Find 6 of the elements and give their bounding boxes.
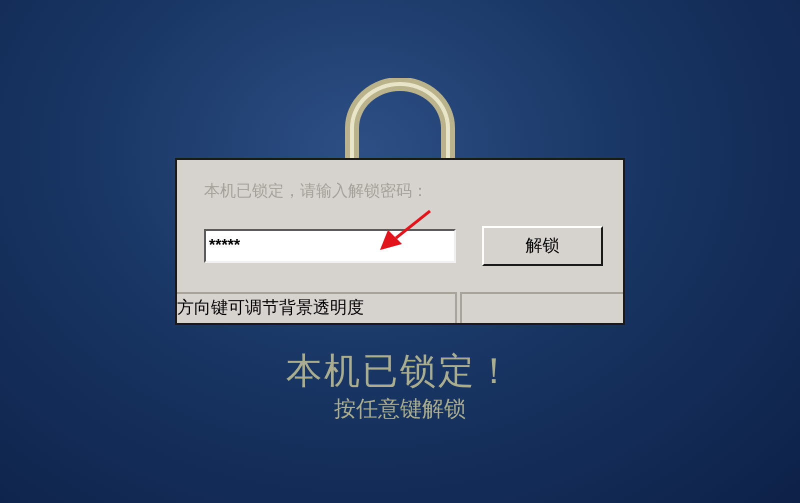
arrow-icon	[380, 210, 431, 250]
unlock-button[interactable]: 解锁	[482, 226, 603, 266]
password-field[interactable]: *****	[204, 229, 456, 263]
status-text: 方向键可调节背景透明度	[177, 292, 457, 323]
lock-hint: 按任意键解锁	[334, 395, 466, 423]
lock-title: 本机已锁定！	[286, 349, 514, 393]
